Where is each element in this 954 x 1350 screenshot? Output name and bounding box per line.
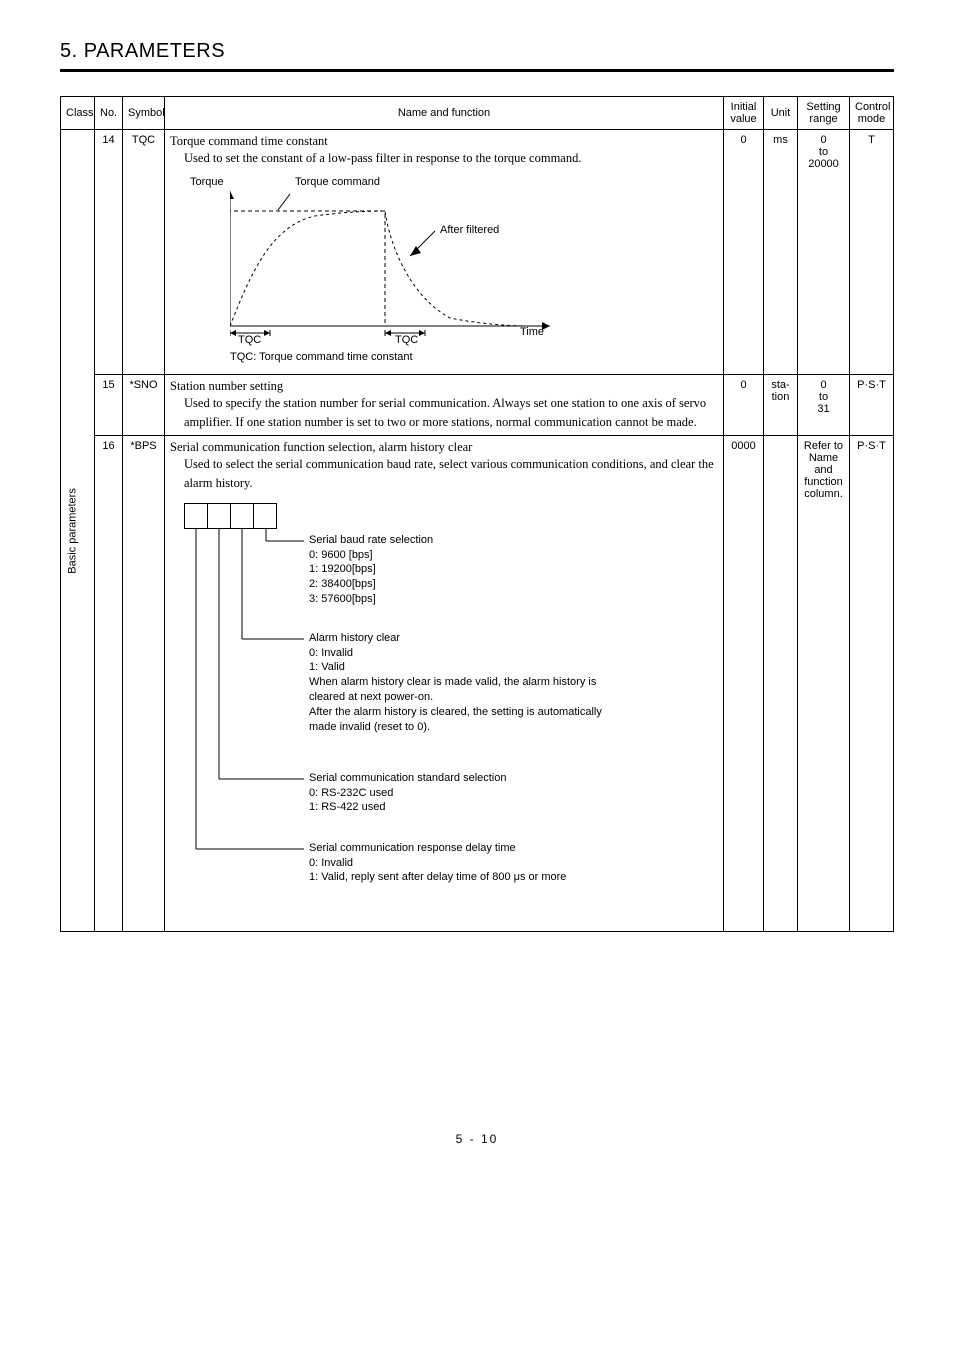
page-number: 5 - 10 xyxy=(60,1132,894,1146)
control-cell: P·S·T xyxy=(850,374,894,436)
no-cell: 16 xyxy=(95,436,123,932)
torque-caption: TQC: Torque command time constant xyxy=(230,351,413,363)
control-cell: T xyxy=(850,130,894,375)
name-function-cell: Serial communication function selection,… xyxy=(165,436,724,932)
header-name: Name and function xyxy=(165,97,724,130)
torque-plot xyxy=(230,186,560,346)
symbol-cell: *SNO xyxy=(123,374,165,436)
param-title: Torque command time constant xyxy=(170,134,718,149)
branch-delay: Serial communication response delay time… xyxy=(309,841,609,886)
digit-1 xyxy=(230,503,254,529)
symbol-cell: TQC xyxy=(123,130,165,375)
name-function-cell: Station number setting Used to specify t… xyxy=(165,374,724,436)
param-body: Used to set the constant of a low-pass f… xyxy=(184,149,718,168)
no-cell: 14 xyxy=(95,130,123,375)
branch-baud: Serial baud rate selection 0: 9600 [bps]… xyxy=(309,533,609,607)
name-function-cell: Torque command time constant Used to set… xyxy=(165,130,724,375)
class-label: Basic parameters xyxy=(66,488,78,574)
parameter-table: Class No. Symbol Name and function Initi… xyxy=(60,96,894,932)
table-row: 15 *SNO Station number setting Used to s… xyxy=(61,374,894,436)
control-cell: P·S·T xyxy=(850,436,894,932)
header-unit: Unit xyxy=(764,97,798,130)
tqc-marker-2: TQC xyxy=(395,334,418,346)
section-rule xyxy=(60,69,894,72)
digit-2 xyxy=(207,503,231,529)
header-initial: Initial value xyxy=(724,97,764,130)
param-body: Used to specify the station number for s… xyxy=(184,394,718,432)
section-title: 5. PARAMETERS xyxy=(60,40,894,63)
torque-diagram: Torque Torque command xyxy=(190,176,570,366)
param-body: Used to select the serial communication … xyxy=(184,455,718,493)
table-header-row: Class No. Symbol Name and function Initi… xyxy=(61,97,894,130)
header-class: Class xyxy=(61,97,95,130)
table-row: Basic parameters 14 TQC Torque command t… xyxy=(61,130,894,375)
after-filtered-top: After filtered xyxy=(440,224,499,236)
torque-axis-label: Torque xyxy=(190,176,224,188)
digit-0 xyxy=(253,503,277,529)
initial-cell: 0 xyxy=(724,374,764,436)
digit-3 xyxy=(184,503,208,529)
bps-diagram: Serial baud rate selection 0: 9600 [bps]… xyxy=(184,503,718,923)
header-symbol: Symbol xyxy=(123,97,165,130)
setting-cell: 0 to 20000 xyxy=(798,130,850,375)
symbol-cell: *BPS xyxy=(123,436,165,932)
class-cell: Basic parameters xyxy=(61,130,95,932)
header-no: No. xyxy=(95,97,123,130)
initial-cell: 0000 xyxy=(724,436,764,932)
digit-row xyxy=(184,503,718,529)
header-control: Control mode xyxy=(850,97,894,130)
tqc-marker-1: TQC xyxy=(238,334,261,346)
branch-standard: Serial communication standard selection … xyxy=(309,771,609,816)
branch-lines xyxy=(184,529,314,923)
initial-cell: 0 xyxy=(724,130,764,375)
unit-cell: sta- tion xyxy=(764,374,798,436)
table-row: 16 *BPS Serial communication function se… xyxy=(61,436,894,932)
unit-cell xyxy=(764,436,798,932)
param-title: Serial communication function selection,… xyxy=(170,440,718,455)
param-title: Station number setting xyxy=(170,379,718,394)
header-setting: Setting range xyxy=(798,97,850,130)
unit-cell: ms xyxy=(764,130,798,375)
setting-cell: Refer to Name and function column. xyxy=(798,436,850,932)
no-cell: 15 xyxy=(95,374,123,436)
setting-cell: 0 to 31 xyxy=(798,374,850,436)
time-label: Time xyxy=(520,326,544,338)
branch-alarm: Alarm history clear 0: Invalid 1: Valid … xyxy=(309,631,609,735)
